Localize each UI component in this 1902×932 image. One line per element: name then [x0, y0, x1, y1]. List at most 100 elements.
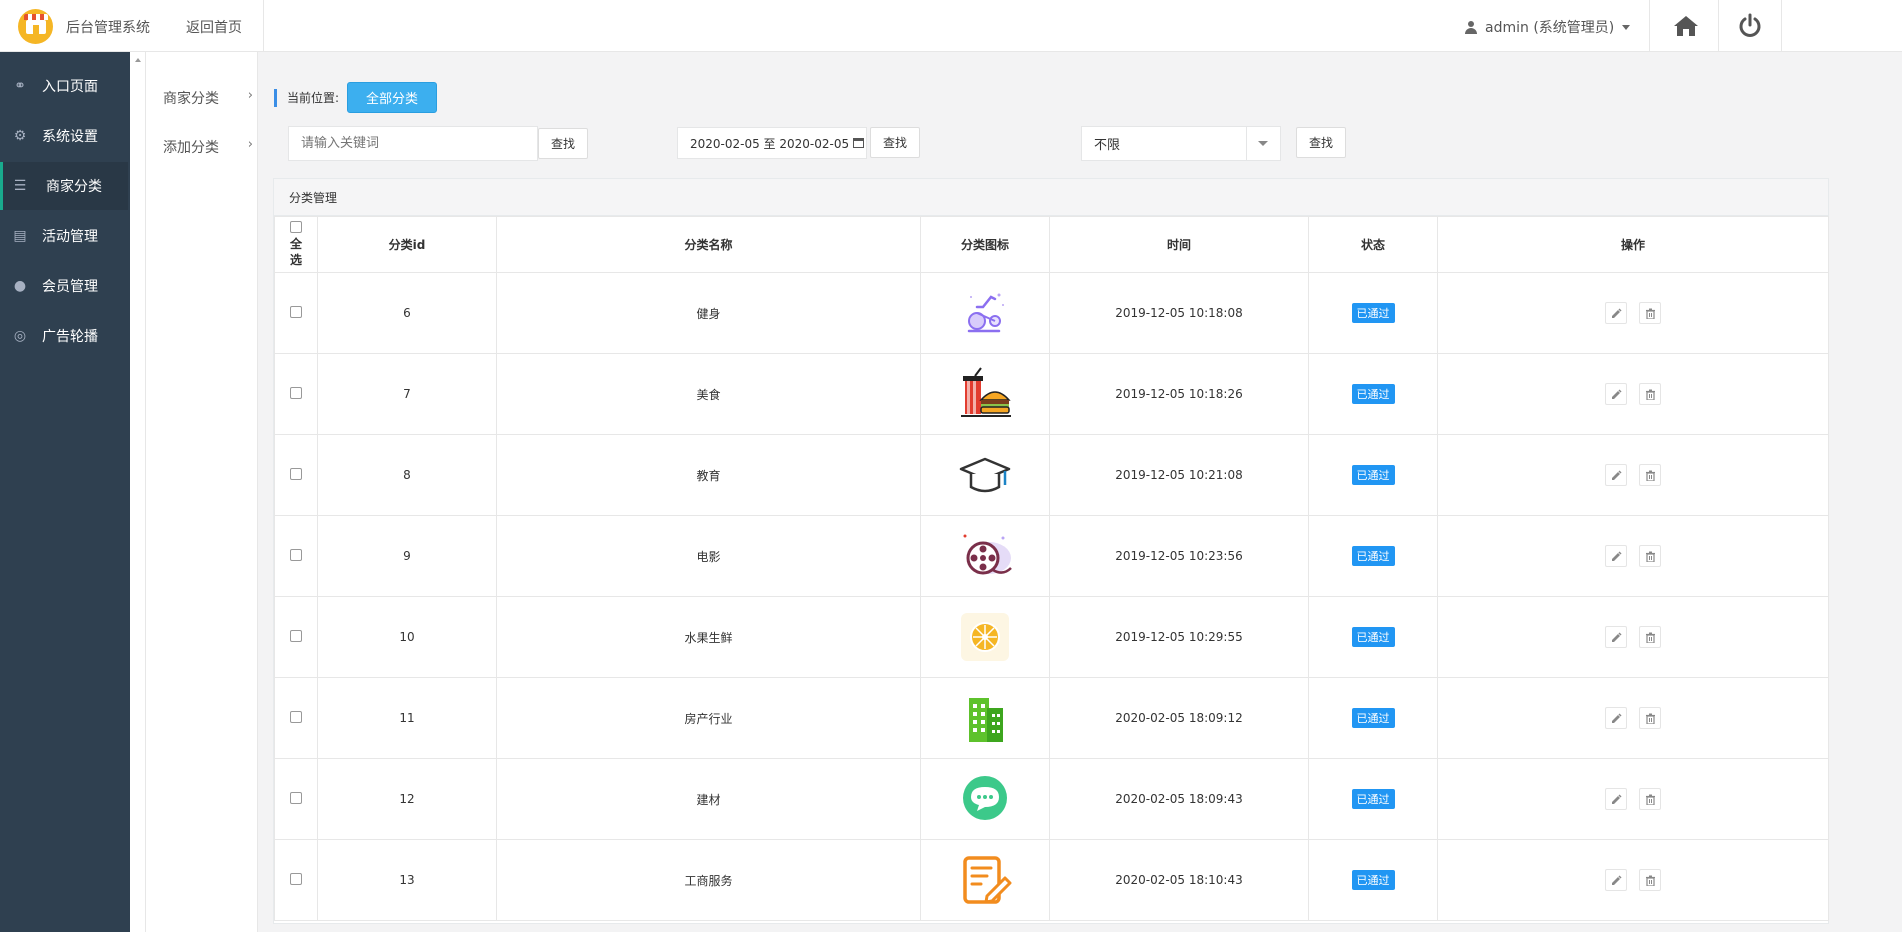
category-name: 水果生鲜	[496, 596, 921, 678]
list-icon: ☰	[13, 178, 27, 194]
status-cell: 已通过	[1308, 353, 1438, 435]
row-select-cell	[274, 677, 318, 759]
edit-button[interactable]	[1605, 626, 1627, 648]
column-header-name: 分类名称	[496, 216, 921, 273]
burger-drink-icon	[957, 366, 1013, 422]
status-cell: 已通过	[1308, 839, 1438, 921]
home-icon[interactable]	[1673, 14, 1699, 38]
subnav-item-add-category[interactable]: 添加分类 ›	[163, 137, 253, 157]
sidebar-item-label: 系统设置	[42, 129, 98, 145]
row-checkbox[interactable]	[290, 305, 302, 318]
select-all-checkbox[interactable]	[290, 221, 302, 233]
status-search-button[interactable]: 查找	[1296, 127, 1346, 158]
delete-button[interactable]	[1639, 383, 1661, 405]
category-name: 健身	[496, 272, 921, 354]
row-checkbox[interactable]	[290, 872, 302, 885]
column-header-actions: 操作	[1437, 216, 1829, 273]
category-time: 2019-12-05 10:18:26	[1049, 353, 1309, 435]
category-id: 7	[317, 353, 497, 435]
actions-cell	[1437, 515, 1829, 597]
category-time: 2020-02-05 18:10:43	[1049, 839, 1309, 921]
user-menu[interactable]: admin (系统管理员)	[1465, 17, 1631, 37]
edit-button[interactable]	[1605, 383, 1627, 405]
status-cell: 已通过	[1308, 272, 1438, 354]
status-cell: 已通过	[1308, 596, 1438, 678]
table-row: 13 工商服务 2020-02-05 18:10:43 已通过	[274, 839, 1829, 921]
sidebar-item-entry[interactable]: ⚭ 入口页面	[0, 62, 128, 110]
edit-button[interactable]	[1605, 302, 1627, 324]
chevron-right-icon: ›	[247, 88, 253, 103]
category-id: 8	[317, 434, 497, 516]
date-range-picker[interactable]: 2020-02-05 至 2020-02-05	[677, 127, 867, 159]
row-select-cell	[274, 596, 318, 678]
sidebar-item-members[interactable]: ● 会员管理	[0, 262, 128, 310]
category-time: 2020-02-05 18:09:43	[1049, 758, 1309, 840]
category-icon-cell	[920, 758, 1050, 840]
category-time: 2019-12-05 10:23:56	[1049, 515, 1309, 597]
date-search-button[interactable]: 查找	[870, 127, 920, 158]
actions-cell	[1437, 353, 1829, 435]
category-id: 12	[317, 758, 497, 840]
top-header: 后台管理系统 返回首页 admin (系统管理员)	[0, 0, 1902, 52]
actions-cell	[1437, 272, 1829, 354]
orange-slice-icon	[957, 609, 1013, 665]
category-icon-cell	[920, 677, 1050, 759]
link-icon: ⚭	[14, 78, 26, 94]
category-name: 建材	[496, 758, 921, 840]
row-checkbox[interactable]	[290, 710, 302, 723]
sidebar-item-ads[interactable]: ◎ 广告轮播	[0, 312, 128, 360]
column-header-icon: 分类图标	[920, 216, 1050, 273]
category-name: 美食	[496, 353, 921, 435]
back-home-link[interactable]: 返回首页	[186, 17, 242, 37]
edit-button[interactable]	[1605, 545, 1627, 567]
user-icon	[1465, 20, 1477, 34]
edit-button[interactable]	[1605, 788, 1627, 810]
delete-button[interactable]	[1639, 626, 1661, 648]
category-name: 教育	[496, 434, 921, 516]
sidebar-item-merchant-category[interactable]: ☰ 商家分类	[0, 162, 128, 210]
delete-button[interactable]	[1639, 464, 1661, 486]
sidebar-item-label: 入口页面	[42, 79, 98, 95]
actions-cell	[1437, 758, 1829, 840]
edit-button[interactable]	[1605, 869, 1627, 891]
category-icon-cell	[920, 515, 1050, 597]
sidebar-scrollbar[interactable]	[130, 52, 146, 932]
row-checkbox[interactable]	[290, 386, 302, 399]
select-all-label: 全	[289, 237, 302, 251]
row-checkbox[interactable]	[290, 548, 302, 561]
delete-button[interactable]	[1639, 707, 1661, 729]
category-name: 电影	[496, 515, 921, 597]
delete-button[interactable]	[1639, 788, 1661, 810]
keyword-search-input[interactable]	[288, 126, 538, 161]
status-select[interactable]: 不限	[1081, 126, 1281, 161]
keyword-search-button[interactable]: 查找	[538, 128, 588, 159]
row-checkbox[interactable]	[290, 467, 302, 480]
sidebar-item-activity[interactable]: ▤ 活动管理	[0, 212, 128, 260]
power-icon[interactable]	[1738, 13, 1762, 39]
delete-button[interactable]	[1639, 545, 1661, 567]
status-badge: 已通过	[1351, 546, 1395, 566]
user-icon: ●	[13, 278, 27, 294]
breadcrumb-current-button[interactable]: 全部分类	[347, 82, 437, 113]
table-row: 7 美食 2019-12-05 10:18:26 已通过	[274, 353, 1829, 435]
user-name: admin (系统管理员)	[1485, 20, 1615, 36]
lifebuoy-icon: ◎	[13, 328, 27, 344]
delete-button[interactable]	[1639, 302, 1661, 324]
edit-button[interactable]	[1605, 464, 1627, 486]
category-panel: 分类管理 全 选 分类id 分类名称 分类图标 时间 状态 操作 6 健身 20…	[273, 178, 1829, 924]
table-row: 10 水果生鲜 2019-12-05 10:29:55 已通过	[274, 596, 1829, 678]
delete-button[interactable]	[1639, 869, 1661, 891]
status-cell: 已通过	[1308, 515, 1438, 597]
column-header-id: 分类id	[317, 216, 497, 273]
category-icon-cell	[920, 434, 1050, 516]
sidebar-item-label: 活动管理	[42, 229, 98, 245]
table-row: 11 房产行业 2020-02-05 18:09:12 已通过	[274, 677, 1829, 759]
row-checkbox[interactable]	[290, 791, 302, 804]
category-time: 2019-12-05 10:18:08	[1049, 272, 1309, 354]
row-checkbox[interactable]	[290, 629, 302, 642]
category-id: 6	[317, 272, 497, 354]
row-select-cell	[274, 353, 318, 435]
sidebar-item-settings[interactable]: ⚙ 系统设置	[0, 112, 128, 160]
subnav-item-merchant-category[interactable]: 商家分类 ›	[163, 88, 253, 108]
edit-button[interactable]	[1605, 707, 1627, 729]
